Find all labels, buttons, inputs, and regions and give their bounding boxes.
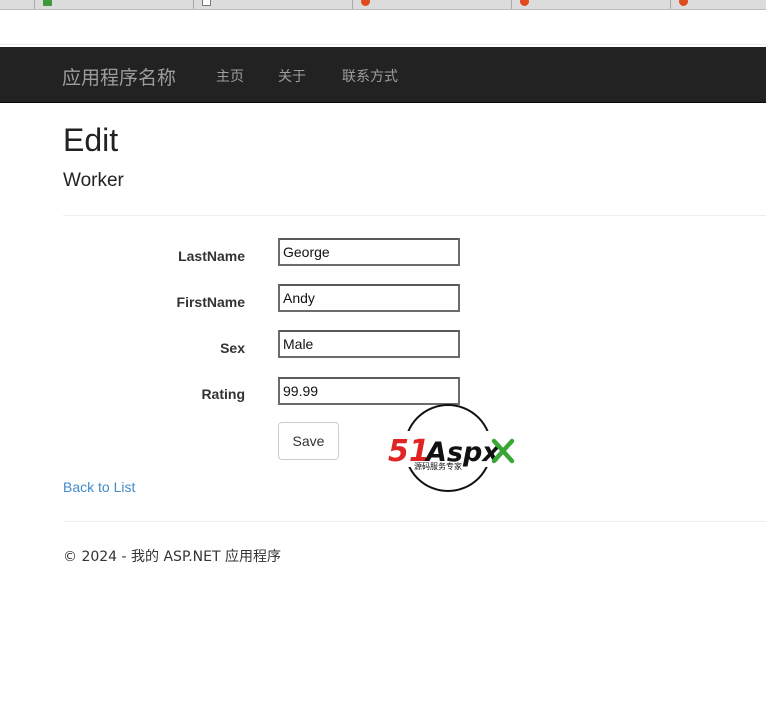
watermark-tagline: 源码服务专家: [414, 461, 462, 471]
browser-tab[interactable]: [512, 0, 671, 9]
top-navbar: 应用程序名称 主页 关于 联系方式: [0, 47, 766, 103]
spreadsheet-icon: [43, 0, 52, 6]
browser-tab[interactable]: [194, 0, 353, 9]
site-favicon-icon: [361, 0, 370, 6]
lastname-input[interactable]: [278, 238, 460, 266]
nav-link-contact[interactable]: 联系方式: [342, 66, 398, 86]
browser-tab[interactable]: [35, 0, 194, 9]
rating-label: Rating: [201, 386, 245, 402]
footer-divider: [63, 521, 766, 522]
lastname-label: LastName: [178, 248, 245, 264]
firstname-label: FirstName: [176, 294, 245, 310]
browser-tab[interactable]: [0, 0, 35, 9]
page-title: Edit: [63, 122, 119, 158]
51aspx-watermark-logo: 51 Aspx 源码服务专家: [386, 404, 516, 492]
sex-input[interactable]: [278, 330, 460, 358]
nav-link-about[interactable]: 关于: [278, 66, 306, 86]
browser-toolbar-area: [0, 10, 766, 45]
rating-input[interactable]: [278, 377, 460, 405]
browser-tab[interactable]: [671, 0, 766, 9]
navbar-brand[interactable]: 应用程序名称: [62, 63, 176, 90]
divider: [63, 215, 766, 216]
sex-label: Sex: [220, 340, 245, 356]
save-button[interactable]: Save: [278, 422, 339, 460]
page-subtitle: Worker: [63, 170, 124, 191]
nav-link-home[interactable]: 主页: [216, 66, 244, 86]
footer-text: © 2024 - 我的 ASP.NET 应用程序: [63, 549, 281, 565]
site-favicon-icon: [520, 0, 529, 6]
site-favicon-icon: [679, 0, 688, 6]
back-to-list-link[interactable]: Back to List: [63, 479, 135, 495]
firstname-input[interactable]: [278, 284, 460, 312]
page-icon: [202, 0, 211, 6]
browser-tab[interactable]: [353, 0, 512, 9]
browser-tab-strip: [0, 0, 766, 10]
